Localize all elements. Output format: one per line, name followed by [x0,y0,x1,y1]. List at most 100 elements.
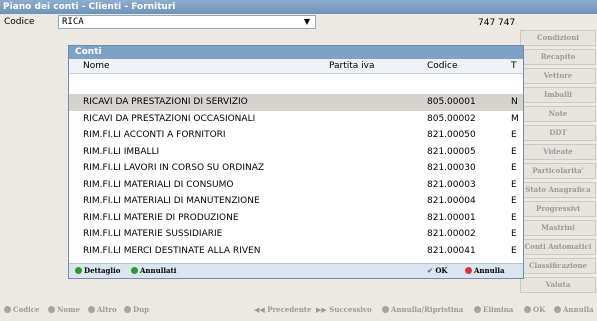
condizioni-button[interactable]: Condizioni [520,30,596,46]
annulla-ripristina-button[interactable]: Annulla/Ripristina [382,305,463,315]
bottom-toolbar: Codice Nome Altro Dup ◀◀ Precedente ▶▶ S… [0,300,597,320]
precedente-label: Precedente [267,305,312,314]
altro-button-label: Altro [97,305,117,314]
list-row[interactable]: RIM.FI.LI MATERIE DI PRODUZIONE 821.0000… [69,210,523,227]
row-nome: RIM.FI.LI MATERIALI DI CONSUMO [83,179,234,190]
row-codice: 821.00003 [427,179,476,190]
dettaglio-button[interactable]: Dettaglio [75,266,120,276]
successivo-label: Successivo [329,305,372,314]
row-codice: 821.00050 [427,130,476,140]
row-t: E [511,130,517,140]
row-codice: 821.00002 [427,229,476,239]
recapito-button[interactable]: Recapito [520,49,596,65]
row-codice: 821.00001 [427,212,476,223]
row-t: E [511,179,517,190]
stato-anagrafica-button[interactable]: Stato Anagrafica [520,182,596,198]
nome-button[interactable]: Nome [48,305,80,315]
codice-button-label: Codice [13,305,40,314]
vettore-button[interactable]: Vettore [520,68,596,84]
ddt-button[interactable]: DDT [520,125,596,141]
row-nome: RIM.FI.LI LAVORI IN CORSO SU ORDINAZ [83,163,265,173]
dettaglio-label: Dettaglio [84,266,121,275]
row-nome: RIM.FI.LI MERCI DESTINATE ALLA RIVEN [83,245,261,256]
list-row[interactable]: RICAVI DA PRESTAZIONI OCCASIONALI 805.00… [69,111,523,128]
popup-title: Conti [69,46,523,59]
annulla-ripristina-label: Annulla/Ripristina [391,305,464,314]
valuta-button[interactable]: Valuta [520,277,596,293]
ok-label: OK [435,266,448,275]
record-count: 747 747 [478,18,516,28]
successivo-button[interactable]: ▶▶ Successivo [316,305,372,315]
list-row[interactable]: RIM.FI.LI IMBALLI 821.00005 E [69,144,523,161]
annulla-button[interactable]: Annulla [554,305,594,315]
row-nome: RIM.FI.LI MATERIALI DI MANUTENZIONE [83,196,260,206]
checkmark-icon: ✔ [427,266,433,275]
imballi-button[interactable]: Imballi [520,87,596,103]
row-t: M [511,113,519,124]
row-nome: RIM.FI.LI MATERIE SUSSIDIARIE [83,229,223,239]
popup-footer: Dettaglio Annullati ✔ OK Annulla [69,263,523,278]
elimina-button[interactable]: Elimina [474,305,513,315]
ok-button[interactable]: OK [524,305,545,315]
row-codice: 821.00030 [427,163,476,173]
row-t: E [511,196,517,206]
elimina-label: Elimina [483,305,514,314]
row-codice: 821.00004 [427,196,476,206]
codice-label: Codice [4,17,35,27]
row-nome: RICAVI DA PRESTAZIONI OCCASIONALI [83,113,256,124]
rewind-icon: ◀◀ [254,305,265,314]
fast-forward-icon: ▶▶ [316,305,327,314]
row-t: N [511,97,518,107]
annulla-button-label: Annulla [563,305,594,314]
conti-popup: Conti Nome Partita iva Codice T RICAVI D… [68,45,524,279]
dropdown-arrow-icon[interactable]: ▼ [300,16,314,28]
precedente-button[interactable]: ◀◀ Precedente [254,305,311,315]
list-row[interactable]: RIM.FI.LI ACCONTI A FORNITORI 821.00050 … [69,127,523,144]
list-row[interactable]: RIM.FI.LI MATERIALI DI MANUTENZIONE 821.… [69,193,523,210]
annullati-button[interactable]: Annullati [131,266,176,276]
row-codice: 821.00041 [427,245,476,256]
window-title: Piano dei conti - Clienti - Fornituri [0,0,597,14]
row-nome: RICAVI DA PRESTAZIONI DI SERVIZIO [83,97,248,107]
annullati-label: Annullati [140,266,177,275]
list-row[interactable]: RIM.FI.LI MATERIALI DI CONSUMO 821.00003… [69,177,523,194]
column-header-t[interactable]: T [511,60,523,72]
videate-button[interactable]: Videate [520,144,596,160]
particolarita-button[interactable]: Particolarita' [520,163,596,179]
column-header-nome[interactable]: Nome [83,60,323,72]
mastrini-button[interactable]: Mastrini [520,220,596,236]
dup-dot-icon [124,306,131,313]
row-t: E [511,163,517,173]
altro-button[interactable]: Altro [88,305,117,315]
column-header-partita-iva[interactable]: Partita iva [329,60,409,72]
altro-dot-icon [88,306,95,313]
conti-automatici-button[interactable]: Conti Automatici [520,239,596,255]
nome-dot-icon [48,306,55,313]
list-header: Nome Partita iva Codice T [69,59,523,74]
ok-button-label: OK [533,305,546,314]
list-row[interactable]: RICAVI DA PRESTAZIONI DI SERVIZIO 805.00… [69,94,523,111]
row-codice: 805.00002 [427,113,476,124]
column-header-codice[interactable]: Codice [427,60,487,72]
annulla-label: Annulla [474,266,505,275]
codice-button[interactable]: Codice [4,305,40,315]
note-button[interactable]: Note [520,106,596,122]
popup-ok-button[interactable]: ✔ OK [427,266,448,276]
list-row[interactable]: RIM.FI.LI MERCI DESTINATE ALLA RIVEN 821… [69,243,523,260]
row-nome: RIM.FI.LI IMBALLI [83,146,160,157]
dup-button[interactable]: Dup [124,305,149,315]
progressivi-button[interactable]: Progressivi [520,201,596,217]
list-row[interactable]: RIM.FI.LI MATERIE SUSSIDIARIE 821.00002 … [69,226,523,243]
row-t: E [511,229,517,239]
classificazione-button[interactable]: Classificazione [520,258,596,274]
codice-dot-icon [4,306,11,313]
annulla-ripristina-dot-icon [382,306,389,313]
green-dot-icon [75,267,82,274]
codice-input[interactable]: RICA [58,15,316,29]
list-row[interactable]: RIM.FI.LI LAVORI IN CORSO SU ORDINAZ 821… [69,160,523,177]
ok-dot-icon [524,306,531,313]
popup-annulla-button[interactable]: Annulla [465,266,505,276]
row-t: E [511,212,517,223]
row-t: E [511,146,517,157]
